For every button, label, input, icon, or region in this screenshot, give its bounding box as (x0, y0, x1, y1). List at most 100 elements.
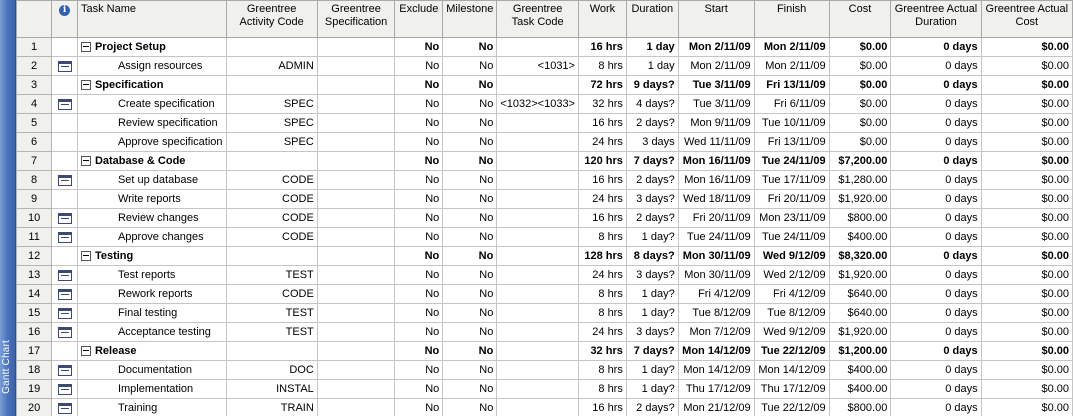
exclude-cell[interactable]: No (394, 398, 444, 416)
task-code-cell[interactable] (496, 284, 579, 304)
specification-cell[interactable] (316, 265, 396, 285)
task-name-cell[interactable]: Assign resources (76, 56, 227, 76)
milestone-cell[interactable]: No (442, 341, 498, 361)
exclude-cell[interactable]: No (394, 379, 444, 399)
work-cell[interactable]: 8 hrs (577, 56, 627, 76)
cost-cell[interactable]: $400.00 (828, 379, 892, 399)
table-row[interactable]: 16 Acceptance testing TEST No No 24 hrs 3 days… (15, 322, 1073, 342)
cost-cell[interactable]: $0.00 (828, 94, 892, 114)
task-name-cell[interactable]: Approve specification (76, 132, 227, 152)
work-cell[interactable]: 8 hrs (577, 303, 627, 323)
finish-cell[interactable]: Fri 13/11/09 (753, 75, 830, 95)
indicator-cell[interactable] (51, 322, 78, 342)
specification-cell[interactable] (316, 360, 396, 380)
start-cell[interactable]: Tue 8/12/09 (677, 303, 755, 323)
specification-cell[interactable] (316, 208, 396, 228)
task-name-cell[interactable]: Project Setup (76, 37, 227, 57)
table-icon[interactable] (57, 269, 72, 281)
start-cell[interactable]: Mon 16/11/09 (677, 170, 755, 190)
exclude-cell[interactable]: No (394, 189, 444, 209)
task-code-cell[interactable] (496, 398, 579, 416)
row-number[interactable]: 14 (15, 284, 53, 304)
task-code-cell[interactable] (496, 360, 579, 380)
work-cell[interactable]: 16 hrs (577, 398, 627, 416)
actual-duration-cell[interactable]: 0 days (890, 94, 982, 114)
row-number[interactable]: 12 (15, 246, 53, 266)
select-all-corner[interactable] (15, 0, 53, 38)
indicator-cell[interactable] (51, 132, 78, 152)
specification-header[interactable]: Greentree Specification (316, 0, 396, 38)
duration-cell[interactable]: 7 days? (625, 341, 679, 361)
duration-cell[interactable]: 3 days? (625, 322, 679, 342)
task-name-cell[interactable]: Documentation (76, 360, 227, 380)
duration-cell[interactable]: 1 day? (625, 227, 679, 247)
task-name-cell[interactable]: Review specification (76, 113, 227, 133)
work-cell[interactable]: 32 hrs (577, 341, 627, 361)
start-cell[interactable]: Mon 7/12/09 (677, 322, 755, 342)
task-name-cell[interactable]: Create specification (76, 94, 227, 114)
specification-cell[interactable] (316, 94, 396, 114)
row-number[interactable]: 10 (15, 208, 53, 228)
milestone-cell[interactable]: No (442, 151, 498, 171)
milestone-cell[interactable]: No (442, 132, 498, 152)
collapse-icon[interactable] (80, 156, 91, 167)
actual-duration-cell[interactable]: 0 days (890, 227, 982, 247)
actual-cost-cell[interactable]: $0.00 (980, 113, 1073, 133)
exclude-cell[interactable]: No (394, 246, 444, 266)
milestone-cell[interactable]: No (442, 227, 498, 247)
row-number[interactable]: 11 (15, 227, 53, 247)
finish-cell[interactable]: Wed 9/12/09 (753, 246, 830, 266)
actual-cost-cell[interactable]: $0.00 (980, 322, 1073, 342)
actual-cost-cell[interactable]: $0.00 (980, 341, 1073, 361)
finish-cell[interactable]: Mon 23/11/09 (753, 208, 830, 228)
indicator-cell[interactable] (51, 341, 78, 361)
collapse-icon[interactable] (80, 346, 91, 357)
view-bar[interactable]: Gantt Chart (0, 0, 16, 416)
actual-duration-cell[interactable]: 0 days (890, 360, 982, 380)
start-cell[interactable]: Thu 17/12/09 (677, 379, 755, 399)
cost-cell[interactable]: $1,920.00 (828, 322, 892, 342)
milestone-cell[interactable]: No (442, 322, 498, 342)
actual-duration-cell[interactable]: 0 days (890, 379, 982, 399)
indicator-cell[interactable] (51, 151, 78, 171)
table-icon[interactable] (57, 212, 72, 224)
duration-cell[interactable]: 1 day? (625, 360, 679, 380)
indicator-cell[interactable] (51, 113, 78, 133)
work-cell[interactable]: 24 hrs (577, 322, 627, 342)
table-icon[interactable] (57, 383, 72, 395)
actual-cost-cell[interactable]: $0.00 (980, 284, 1073, 304)
duration-cell[interactable]: 2 days? (625, 398, 679, 416)
duration-cell[interactable]: 2 days? (625, 170, 679, 190)
finish-cell[interactable]: Tue 17/11/09 (753, 170, 830, 190)
indicator-cell[interactable] (51, 246, 78, 266)
task-code-cell[interactable] (496, 132, 579, 152)
indicator-cell[interactable] (51, 189, 78, 209)
task-code-cell[interactable] (496, 151, 579, 171)
table-row[interactable]: 4 Create specification SPEC No No <1032><1033… (15, 94, 1073, 114)
actual-duration-cell[interactable]: 0 days (890, 208, 982, 228)
table-row[interactable]: 7 Database & Code No No 120 hrs 7 days? Mon 16… (15, 151, 1073, 171)
actual-cost-cell[interactable]: $0.00 (980, 94, 1073, 114)
row-number[interactable]: 18 (15, 360, 53, 380)
start-cell[interactable]: Mon 9/11/09 (677, 113, 755, 133)
activity-code-cell[interactable] (225, 151, 318, 171)
task-code-header[interactable]: Greentree Task Code (496, 0, 579, 38)
task-code-cell[interactable] (496, 246, 579, 266)
row-number[interactable]: 3 (15, 75, 53, 95)
milestone-cell[interactable]: No (442, 246, 498, 266)
actual-duration-cell[interactable]: 0 days (890, 151, 982, 171)
indicator-cell[interactable] (51, 56, 78, 76)
indicator-cell[interactable] (51, 360, 78, 380)
finish-cell[interactable]: Fri 20/11/09 (753, 189, 830, 209)
collapse-icon[interactable] (80, 80, 91, 91)
table-row[interactable]: 18 Documentation DOC No No 8 hrs 1 day? Mon 14/… (15, 360, 1073, 380)
cost-cell[interactable]: $0.00 (828, 37, 892, 57)
actual-duration-cell[interactable]: 0 days (890, 265, 982, 285)
start-cell[interactable]: Fri 20/11/09 (677, 208, 755, 228)
start-cell[interactable]: Mon 14/12/09 (677, 360, 755, 380)
exclude-cell[interactable]: No (394, 170, 444, 190)
actual-duration-cell[interactable]: 0 days (890, 398, 982, 416)
table-icon[interactable] (57, 60, 72, 72)
row-number[interactable]: 20 (15, 398, 53, 416)
start-cell[interactable]: Mon 21/12/09 (677, 398, 755, 416)
